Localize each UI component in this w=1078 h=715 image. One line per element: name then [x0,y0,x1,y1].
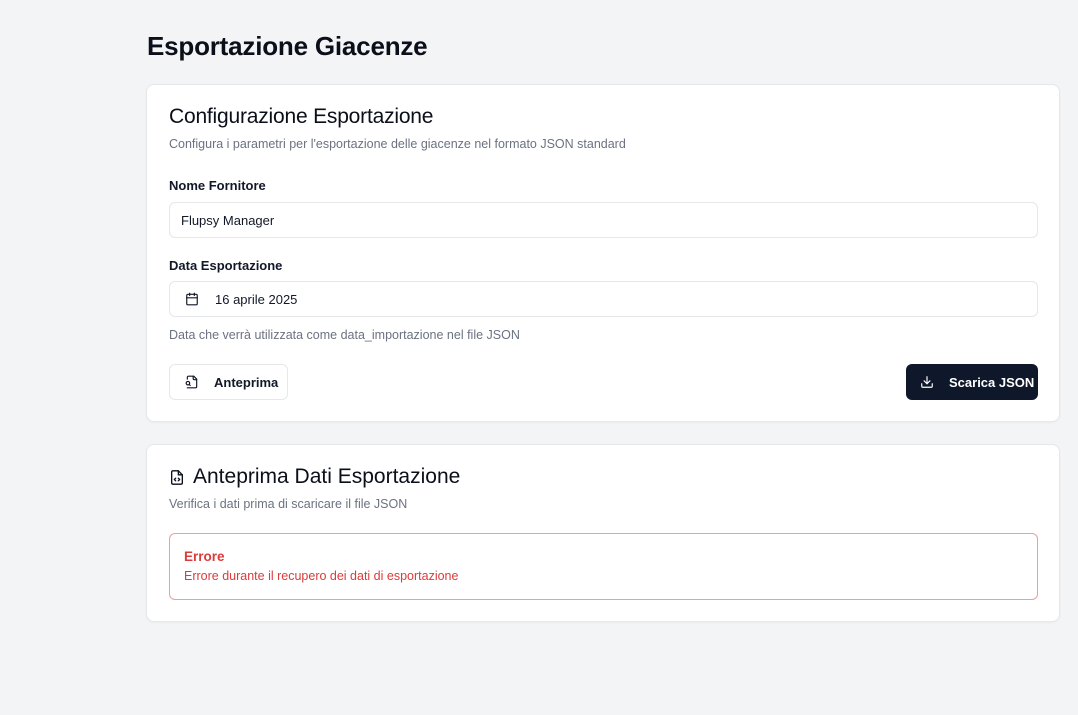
page-title: Esportazione Giacenze [147,31,428,61]
supplier-label: Nome Fornitore [169,178,266,193]
error-alert: Errore Errore durante il recupero dei da… [169,533,1038,600]
error-alert-message: Errore durante il recupero dei dati di e… [184,569,459,583]
download-icon [920,375,934,389]
preview-button[interactable]: Anteprima [169,364,288,400]
file-search-icon [185,375,199,389]
preview-card-title: Anteprima Dati Esportazione [169,465,460,489]
export-date-hint: Data che verrà utilizzata come data_impo… [169,328,520,342]
supplier-input-value: Flupsy Manager [181,212,275,228]
export-date-picker[interactable]: 16 aprile 2025 [169,281,1038,317]
supplier-input[interactable]: Flupsy Manager [169,202,1038,238]
config-card-title: Configurazione Esportazione [169,105,434,128]
download-json-button-label: Scarica JSON [949,374,1035,390]
error-alert-title: Errore [184,549,225,564]
export-date-label: Data Esportazione [169,258,283,273]
export-date-value: 16 aprile 2025 [215,291,298,307]
calendar-icon [185,292,199,306]
preview-card-title-text: Anteprima Dati Esportazione [193,465,461,488]
config-card-description: Configura i parametri per l'esportazione… [169,137,626,151]
preview-button-label: Anteprima [214,374,279,390]
download-json-button[interactable]: Scarica JSON [906,364,1038,400]
file-code-icon [169,469,185,486]
export-preview-card: Anteprima Dati Esportazione Verifica i d… [146,444,1060,622]
export-config-card: Configurazione Esportazione Configura i … [146,84,1060,422]
preview-card-description: Verifica i dati prima di scaricare il fi… [169,497,408,511]
